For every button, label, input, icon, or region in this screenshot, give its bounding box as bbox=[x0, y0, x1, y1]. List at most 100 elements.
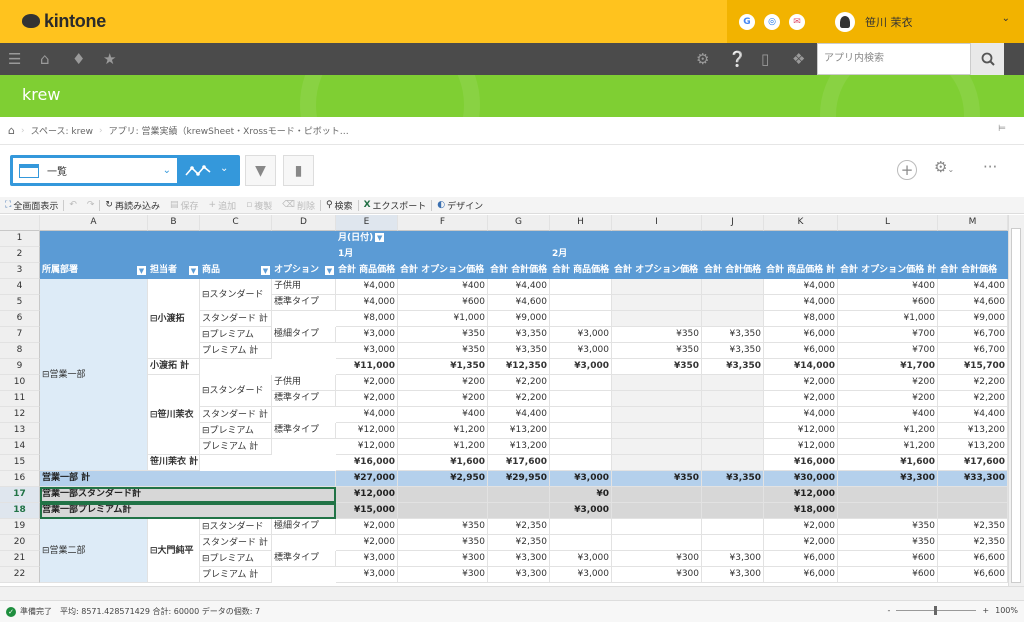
value-cell[interactable] bbox=[550, 423, 612, 439]
value-cell[interactable] bbox=[612, 423, 702, 439]
value-cell[interactable]: ¥13,200 bbox=[488, 439, 550, 455]
row-header[interactable]: 19 bbox=[0, 519, 40, 535]
value-cell[interactable] bbox=[612, 279, 702, 295]
value-cell[interactable] bbox=[702, 439, 764, 455]
menu-icon[interactable]: ☰ bbox=[8, 43, 21, 75]
value-cell[interactable] bbox=[550, 455, 612, 471]
value-cell[interactable]: ¥17,600 bbox=[938, 455, 1008, 471]
home-icon[interactable]: ⌂ bbox=[8, 124, 15, 137]
value-cell[interactable]: ¥3,350 bbox=[702, 343, 764, 359]
mobile-icon[interactable]: ▯ bbox=[761, 43, 769, 75]
row-header[interactable]: 3 bbox=[0, 263, 40, 279]
row-header[interactable]: 10 bbox=[0, 375, 40, 391]
value-cell[interactable]: ¥12,000 bbox=[336, 439, 398, 455]
column-field-header[interactable]: 合計 商品価格 bbox=[336, 263, 398, 279]
value-cell[interactable]: ¥350 bbox=[398, 327, 488, 343]
value-cell[interactable]: ¥200 bbox=[398, 391, 488, 407]
value-cell[interactable]: ¥4,000 bbox=[764, 295, 838, 311]
value-cell[interactable]: ¥6,600 bbox=[938, 551, 1008, 567]
product-cell[interactable]: ⊟プレミアム bbox=[200, 327, 272, 343]
value-cell[interactable]: ¥3,000 bbox=[336, 567, 398, 583]
filter-icon[interactable]: ▼ bbox=[261, 266, 270, 275]
column-field-header[interactable]: 合計 オプション価格 bbox=[612, 263, 702, 279]
value-cell[interactable] bbox=[702, 487, 764, 503]
option-cell[interactable]: 標準タイプ bbox=[272, 295, 336, 311]
value-cell[interactable]: ¥350 bbox=[838, 519, 938, 535]
option-cell[interactable]: 極細タイプ bbox=[272, 327, 336, 343]
value-cell[interactable]: ¥27,000 bbox=[336, 471, 398, 487]
design-button[interactable]: ◐ デザイン bbox=[432, 199, 488, 212]
value-cell[interactable]: ¥2,200 bbox=[938, 375, 1008, 391]
row-header[interactable]: 5 bbox=[0, 295, 40, 311]
person-cell[interactable]: ⊟大門純平 bbox=[148, 519, 200, 583]
column-field-header[interactable]: 合計 合計価格 bbox=[702, 263, 764, 279]
value-cell[interactable]: ¥12,000 bbox=[764, 423, 838, 439]
value-cell[interactable] bbox=[702, 519, 764, 535]
value-cell[interactable] bbox=[938, 503, 1008, 519]
month-1-header[interactable]: 1月 bbox=[336, 247, 396, 263]
value-cell[interactable]: ¥200 bbox=[838, 391, 938, 407]
product-cell[interactable]: プレミアム 計 bbox=[200, 567, 272, 583]
value-cell[interactable] bbox=[702, 407, 764, 423]
value-cell[interactable]: ¥3,350 bbox=[488, 343, 550, 359]
dept-total-cell[interactable]: 営業一部 計 bbox=[40, 471, 336, 487]
value-cell[interactable]: ¥12,000 bbox=[336, 423, 398, 439]
value-cell[interactable] bbox=[702, 279, 764, 295]
column-header[interactable]: L bbox=[838, 215, 938, 231]
value-cell[interactable]: ¥4,600 bbox=[488, 295, 550, 311]
product-cell[interactable]: スタンダード 計 bbox=[200, 407, 272, 423]
filter-button[interactable]: ▼ bbox=[245, 155, 276, 186]
value-cell[interactable]: ¥4,600 bbox=[938, 295, 1008, 311]
value-cell[interactable]: ¥4,000 bbox=[764, 279, 838, 295]
value-cell[interactable]: ¥6,000 bbox=[764, 327, 838, 343]
home-icon[interactable]: ⌂ bbox=[40, 43, 50, 75]
value-cell[interactable]: ¥12,000 bbox=[764, 439, 838, 455]
row-header[interactable]: 21 bbox=[0, 551, 40, 567]
value-cell[interactable]: ¥4,400 bbox=[938, 279, 1008, 295]
row-header[interactable]: 8 bbox=[0, 343, 40, 359]
filter-icon[interactable]: ▼ bbox=[189, 266, 198, 275]
value-cell[interactable]: ¥3,300 bbox=[488, 567, 550, 583]
export-button[interactable]: X エクスポート bbox=[359, 199, 432, 212]
value-cell[interactable]: ¥3,000 bbox=[336, 551, 398, 567]
value-cell[interactable]: ¥350 bbox=[612, 359, 702, 375]
value-cell[interactable]: ¥300 bbox=[612, 551, 702, 567]
value-cell[interactable]: ¥2,350 bbox=[488, 535, 550, 551]
value-cell[interactable]: ¥4,000 bbox=[336, 295, 398, 311]
delete-button[interactable]: ⌫ 削除 bbox=[277, 199, 320, 212]
value-cell[interactable] bbox=[702, 391, 764, 407]
value-cell[interactable]: ¥12,000 bbox=[764, 487, 838, 503]
value-cell[interactable]: ¥3,300 bbox=[838, 471, 938, 487]
value-cell[interactable]: ¥6,700 bbox=[938, 327, 1008, 343]
month-field-header[interactable]: 月(日付) ▼ bbox=[336, 231, 476, 247]
value-cell[interactable]: ¥1,600 bbox=[838, 455, 938, 471]
product-cell[interactable]: プレミアム 計 bbox=[200, 343, 272, 359]
pivot-grid[interactable]: A B C D E F G H I J K L M 1 2 3 4 5 6 7 8 9 10 11 12 13 14 15 16 17 18… bbox=[0, 215, 1008, 585]
gear-icon[interactable]: ⚙ bbox=[696, 43, 709, 75]
scrollbar-thumb[interactable] bbox=[1011, 228, 1021, 583]
value-cell[interactable] bbox=[550, 439, 612, 455]
option-cell[interactable]: 極細タイプ bbox=[272, 519, 336, 535]
app-search-input[interactable]: アプリ内検索 bbox=[817, 43, 971, 75]
value-cell[interactable]: ¥2,000 bbox=[336, 375, 398, 391]
row-header[interactable]: 18 bbox=[0, 503, 40, 519]
breadcrumb-space[interactable]: スペース: krew bbox=[31, 124, 93, 137]
value-cell[interactable]: ¥9,000 bbox=[938, 311, 1008, 327]
value-cell[interactable]: ¥4,400 bbox=[488, 407, 550, 423]
kintone-logo[interactable]: kintone bbox=[22, 10, 106, 32]
column-field-header[interactable]: 合計 合計価格 bbox=[488, 263, 550, 279]
person-total-cell[interactable]: 笹川茉衣 計 bbox=[148, 455, 200, 471]
column-field-header[interactable]: オプション ▼ bbox=[272, 263, 336, 279]
value-cell[interactable]: ¥300 bbox=[612, 567, 702, 583]
option-cell[interactable]: 標準タイプ bbox=[272, 551, 336, 567]
value-cell[interactable]: ¥1,600 bbox=[398, 455, 488, 471]
value-cell[interactable]: ¥4,400 bbox=[938, 407, 1008, 423]
row-header[interactable]: 1 bbox=[0, 231, 40, 247]
value-cell[interactable]: ¥2,000 bbox=[336, 519, 398, 535]
value-cell[interactable] bbox=[702, 311, 764, 327]
dept-cell[interactable]: ⊟営業二部 bbox=[40, 519, 148, 583]
row-header[interactable]: 22 bbox=[0, 567, 40, 583]
value-cell[interactable]: ¥6,600 bbox=[938, 567, 1008, 583]
value-cell[interactable]: ¥3,000 bbox=[550, 551, 612, 567]
dept-standard-total-cell[interactable]: 営業一部スタンダード計 bbox=[40, 487, 336, 503]
